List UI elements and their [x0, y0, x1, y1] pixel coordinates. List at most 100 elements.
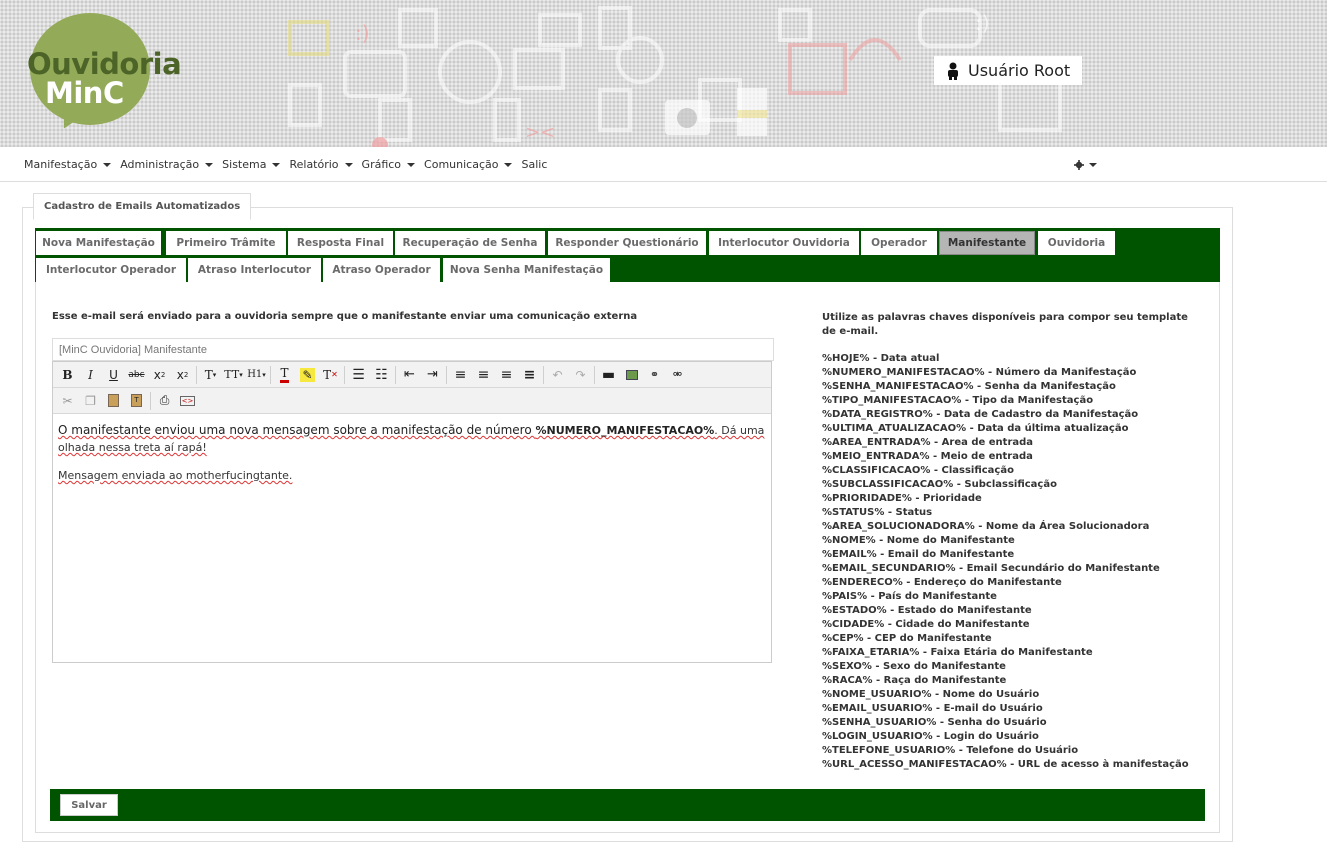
print-icon[interactable]: ⎙: [153, 390, 176, 412]
keywords-list: %HOJE% - Data atual %NUMERO_MANIFESTACAO%…: [822, 352, 1202, 772]
toolbar-separator: [270, 365, 271, 384]
toolbar-separator: [543, 365, 544, 384]
nav-item-manifestacao[interactable]: Manifestação: [24, 158, 112, 171]
nav-item-administracao[interactable]: Administração: [120, 158, 214, 171]
keyword-item: %URL_ACESSO_MANIFESTACAO% - URL de acess…: [822, 759, 1189, 770]
tab-operador[interactable]: Operador: [861, 231, 937, 255]
editor-toolbar-row-1: B I U abc x2 x2 T ▾ TT ▾ H1 ▾ T ✎ T ✕ ☰ ☷ ⇤ …: [53, 362, 771, 388]
keyword-item: %RACA% - Raça do Manifestante: [822, 675, 1007, 686]
superscript-icon[interactable]: x2: [171, 364, 194, 386]
nav-item-comunicacao[interactable]: Comunicação: [424, 158, 513, 171]
keyword-item: %NUMERO_MANIFESTACAO% - Número da Manife…: [822, 367, 1137, 378]
tab-atraso-operador[interactable]: Atraso Operador: [323, 258, 440, 282]
keyword-item: %MEIO_ENTRADA% - Meio de entrada: [822, 451, 1033, 462]
nav-item-grafico[interactable]: Gráfico: [362, 158, 416, 171]
tab-ouvidoria[interactable]: Ouvidoria: [1038, 231, 1115, 255]
keyword-item: %EMAIL% - Email do Manifestante: [822, 549, 1015, 560]
keyword-item: %CIDADE% - Cidade do Manifestante: [822, 619, 1030, 630]
tab-manifestante[interactable]: Manifestante: [939, 231, 1035, 255]
editor-content[interactable]: O manifestante enviou uma nova mensagem …: [58, 422, 766, 484]
rich-text-editor: B I U abc x2 x2 T ▾ TT ▾ H1 ▾ T ✎ T ✕ ☰ ☷ ⇤ …: [52, 361, 772, 663]
nav-item-salic[interactable]: Salic: [521, 158, 547, 171]
save-button[interactable]: Salvar: [60, 794, 118, 816]
outdent-icon[interactable]: ⇤: [398, 364, 421, 386]
keyword-item: %TIPO_MANIFESTACAO% - Tipo da Manifestaç…: [822, 395, 1094, 406]
tab-atraso-interlocutor[interactable]: Atraso Interlocutor: [188, 258, 321, 282]
redo-icon[interactable]: ↷: [569, 364, 592, 386]
keyword-item: %AREA_ENTRADA% - Area de entrada: [822, 437, 1034, 448]
tab-nova-senha-manifestacao[interactable]: Nova Senha Manifestação: [443, 258, 610, 282]
italic-icon[interactable]: I: [79, 364, 102, 386]
nav-item-sistema[interactable]: Sistema: [222, 158, 281, 171]
undo-icon[interactable]: ↶: [546, 364, 569, 386]
gear-icon: [1074, 160, 1084, 170]
align-left-icon[interactable]: ≡: [449, 364, 472, 386]
header-banner: :) :) >< Ouvidoria MinC Usuário Root: [0, 0, 1327, 147]
body-text: O manifestante enviou uma nova mensagem …: [58, 423, 536, 437]
indent-icon[interactable]: ⇥: [421, 364, 444, 386]
source-code-icon[interactable]: <>: [176, 390, 199, 412]
image-icon[interactable]: [620, 364, 643, 386]
nav-item-label: Administração: [120, 158, 200, 171]
nav-item-label: Manifestação: [24, 158, 98, 171]
nav-menu: Manifestação Administração Sistema Relat…: [24, 158, 547, 171]
justify-icon[interactable]: ≡: [518, 364, 541, 386]
user-menu[interactable]: Usuário Root: [934, 56, 1082, 85]
bold-icon[interactable]: B: [56, 364, 79, 386]
caret-down-icon: [504, 162, 513, 167]
link-icon[interactable]: ⚭: [643, 364, 666, 386]
tab-responder-questionario[interactable]: Responder Questionário: [548, 231, 706, 255]
nav-item-label: Salic: [521, 158, 548, 171]
tab-recuperacao-senha[interactable]: Recuperação de Senha: [395, 231, 545, 255]
numbered-list-icon[interactable]: ☷: [370, 364, 393, 386]
user-name: Usuário Root: [968, 61, 1071, 80]
toolbar-separator: [395, 365, 396, 384]
caret-down-icon: [205, 162, 214, 167]
unlink-icon[interactable]: ⚮: [666, 364, 689, 386]
panel-title-tab: Cadastro de Emails Automatizados: [33, 193, 252, 220]
copy-icon[interactable]: ❐: [79, 390, 102, 412]
settings-menu[interactable]: [1074, 160, 1097, 170]
form-footer-bar: [50, 789, 1205, 821]
nav-item-label: Comunicação: [424, 158, 499, 171]
highlight-icon[interactable]: ✎: [296, 364, 319, 386]
keyword-item: %PAIS% - País do Manifestante: [822, 591, 997, 602]
keyword-item: %NOME% - Nome do Manifestante: [822, 535, 1015, 546]
paste-icon[interactable]: [102, 390, 125, 412]
keyword-item: %SENHA_MANIFESTACAO% - Senha da Manifest…: [822, 381, 1116, 392]
keyword-item: %DATA_REGISTRO% - Data de Cadastro da Ma…: [822, 409, 1139, 420]
tab-nova-manifestacao[interactable]: Nova Manifestação: [36, 231, 161, 255]
svg-text::): :): [975, 11, 990, 35]
horizontal-rule-icon[interactable]: ▬: [597, 364, 620, 386]
align-center-icon[interactable]: ≡: [472, 364, 495, 386]
align-right-icon[interactable]: ≡: [495, 364, 518, 386]
underline-icon[interactable]: U: [102, 364, 125, 386]
tab-interlocutor-ouvidoria[interactable]: Interlocutor Ouvidoria: [709, 231, 859, 255]
font-size-icon[interactable]: TT ▾: [222, 364, 245, 386]
subscript-icon[interactable]: x2: [148, 364, 171, 386]
tab-interlocutor-operador[interactable]: Interlocutor Operador: [36, 258, 186, 282]
keyword-item: %STATUS% - Status: [822, 507, 933, 518]
clear-format-icon[interactable]: T ✕: [319, 364, 342, 386]
paste-text-icon[interactable]: T: [125, 390, 148, 412]
bullet-list-icon[interactable]: ☰: [347, 364, 370, 386]
keyword-item: %EMAIL_USUARIO% - E-mail do Usuário: [822, 703, 1043, 714]
font-family-icon[interactable]: T ▾: [199, 364, 222, 386]
toolbar-separator: [344, 365, 345, 384]
body-keyword: %NUMERO_MANIFESTACAO%: [535, 424, 715, 437]
keyword-item: %CEP% - CEP do Manifestante: [822, 633, 992, 644]
nav-item-label: Gráfico: [361, 158, 402, 171]
editor-toolbar-row-2: ✂ ❐ T ⎙ <>: [53, 388, 771, 414]
heading-icon[interactable]: H1 ▾: [245, 364, 268, 386]
subject-input[interactable]: [52, 338, 774, 361]
tab-resposta-final[interactable]: Resposta Final: [288, 231, 393, 255]
strikethrough-icon[interactable]: abc: [125, 364, 148, 386]
cut-icon[interactable]: ✂: [56, 390, 79, 412]
tab-primeiro-tramite[interactable]: Primeiro Trâmite: [166, 231, 286, 255]
background-icons-decoration: :) :) ><: [288, 6, 1062, 147]
caret-down-icon: [344, 162, 353, 167]
keyword-item: %CLASSIFICACAO% - Classificação: [822, 465, 1014, 476]
text-color-icon[interactable]: T: [273, 364, 296, 386]
nav-item-relatorio[interactable]: Relatório: [289, 158, 353, 171]
keyword-item: %ENDERECO% - Endereço do Manifestante: [822, 577, 1062, 588]
